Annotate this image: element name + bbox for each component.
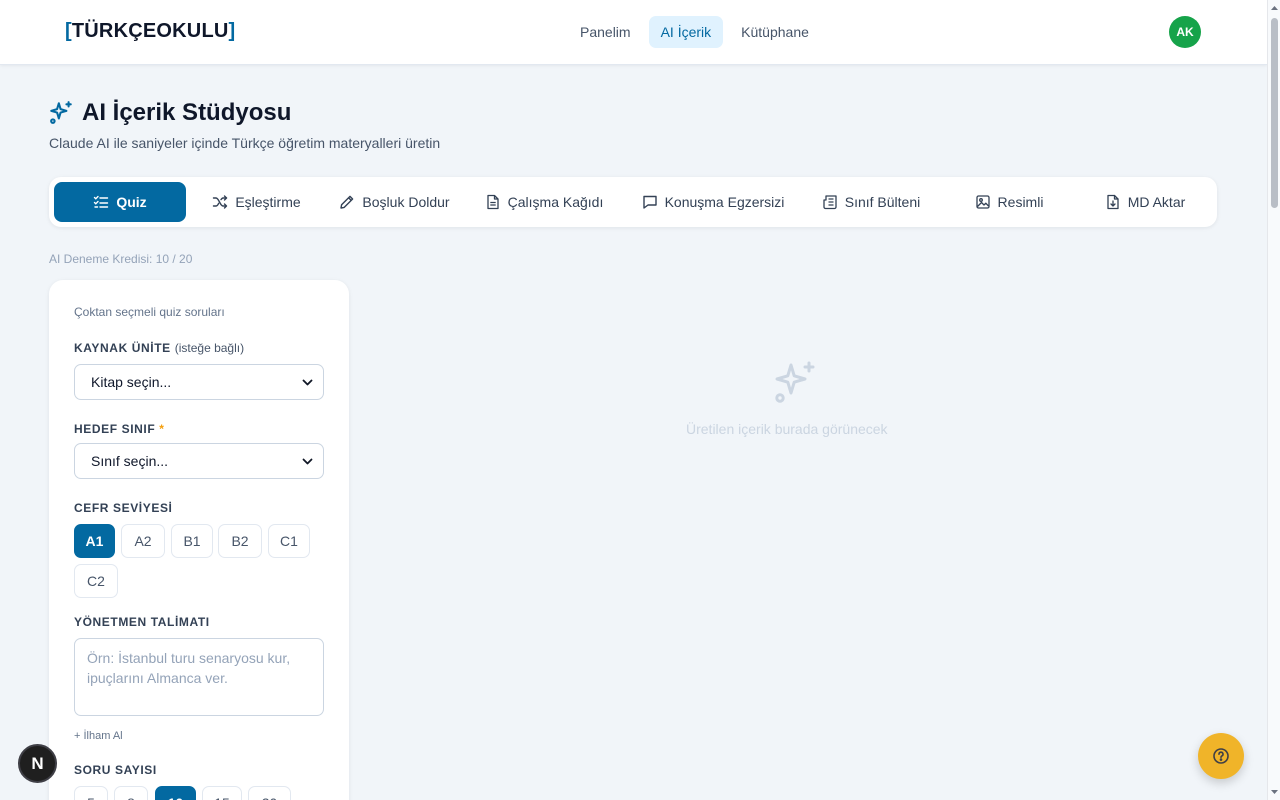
tab-konusma-egzersizi[interactable]: Konuşma Egzersizi xyxy=(634,182,792,222)
tab-label: Resimli xyxy=(997,194,1044,210)
panel-description: Çoktan seçmeli quiz soruları xyxy=(74,305,225,319)
tab-label: Çalışma Kağıdı xyxy=(507,194,604,210)
target-class-value: Sınıf seçin... xyxy=(91,453,169,469)
avatar[interactable]: AK xyxy=(1169,16,1201,48)
count-chip-10[interactable]: 10 xyxy=(155,786,196,800)
chevron-down-icon xyxy=(302,379,313,386)
page-heading: AI İçerik Stüdyosu xyxy=(82,99,292,126)
page-title: AI İçerik Stüdyosu xyxy=(48,99,291,127)
help-button[interactable] xyxy=(1198,733,1244,779)
source-unit-label-text: KAYNAK ÜNİTE xyxy=(74,341,171,355)
tab-md-aktar[interactable]: MD Aktar xyxy=(1089,182,1201,222)
source-unit-select[interactable]: Kitap seçin... xyxy=(74,364,324,400)
logo-bracket-left: [ xyxy=(65,20,72,42)
question-count-label: SORU SAYISI xyxy=(74,763,157,777)
tab-label: Sınıf Bülteni xyxy=(844,194,921,210)
ai-credit-counter: AI Deneme Kredisi: 10 / 20 xyxy=(49,252,193,266)
main-nav: Panelim AI İçerik Kütüphane xyxy=(568,16,821,48)
tab-label: Boşluk Doldur xyxy=(362,194,450,210)
top-navbar: [TÜRKÇEOKULU] Panelim AI İçerik Kütüphan… xyxy=(0,0,1267,65)
nav-ai-icerik[interactable]: AI İçerik xyxy=(648,16,724,48)
count-chip-8[interactable]: 8 xyxy=(114,786,148,800)
scroll-down-arrow-icon[interactable] xyxy=(1270,787,1279,797)
cefr-level-label: CEFR SEVİYESİ xyxy=(74,501,173,515)
quiz-settings-panel: Çoktan seçmeli quiz soruları KAYNAK ÜNİT… xyxy=(49,280,349,800)
cefr-chip-a1[interactable]: A1 xyxy=(74,524,115,558)
logo-text: TÜRKÇEOKULU xyxy=(71,20,229,42)
cefr-chip-b1[interactable]: B1 xyxy=(171,524,213,558)
ilham-al-link[interactable]: + İlham Al xyxy=(74,730,123,742)
cefr-chip-a2[interactable]: A2 xyxy=(121,524,165,558)
tab-label: Konuşma Egzersizi xyxy=(664,194,785,210)
document-icon xyxy=(486,194,499,210)
nav-panelim[interactable]: Panelim xyxy=(568,16,643,48)
sparkles-icon xyxy=(50,101,72,124)
tab-calisma-kagidi[interactable]: Çalışma Kağıdı xyxy=(479,182,609,222)
content-type-tabs: Quiz Eşleştirme Boşluk Doldur Çalışma Ka… xyxy=(49,177,1217,227)
question-circle-icon xyxy=(1213,748,1229,764)
tab-label: Eşleştirme xyxy=(235,194,301,210)
source-unit-value: Kitap seçin... xyxy=(91,374,172,390)
count-chip-5[interactable]: 5 xyxy=(74,786,108,800)
nav-kutuphane[interactable]: Kütüphane xyxy=(729,16,821,48)
scroll-up-arrow-icon[interactable] xyxy=(1270,3,1279,13)
page-subtitle: Claude AI ile saniyeler içinde Türkçe öğ… xyxy=(49,135,441,151)
count-chip-15[interactable]: 15 xyxy=(202,786,242,800)
target-class-label-text: HEDEF SINIF xyxy=(74,422,156,436)
file-import-icon xyxy=(1107,194,1119,210)
instruction-label: YÖNETMEN TALİMATI xyxy=(74,615,210,629)
newspaper-icon xyxy=(823,195,837,210)
tab-label: Quiz xyxy=(116,194,147,210)
shuffle-icon xyxy=(213,195,228,209)
logo-bracket-right: ] xyxy=(228,20,236,42)
instruction-textarea[interactable]: Örn: İstanbul turu senaryosu kur, ipuçla… xyxy=(74,638,324,716)
required-mark: * xyxy=(159,422,165,436)
list-check-icon xyxy=(94,195,109,208)
count-chip-20[interactable]: 20 xyxy=(248,786,291,800)
tab-resimli[interactable]: Resimli xyxy=(961,182,1057,222)
optional-hint: (isteğe bağlı) xyxy=(174,341,245,355)
cefr-chip-c2[interactable]: C2 xyxy=(74,564,118,598)
cefr-chip-c1[interactable]: C1 xyxy=(268,524,310,558)
tab-label: MD Aktar xyxy=(1127,194,1186,210)
tab-eslestirme[interactable]: Eşleştirme xyxy=(199,182,314,222)
sparkles-icon xyxy=(775,361,815,403)
tab-quiz[interactable]: Quiz xyxy=(54,182,186,222)
chat-icon xyxy=(642,195,657,209)
target-class-label: HEDEF SINIF * xyxy=(74,422,165,436)
page-scrollbar[interactable] xyxy=(1267,0,1280,800)
framework-dev-badge[interactable]: N xyxy=(18,744,57,783)
logo[interactable]: [TÜRKÇEOKULU] xyxy=(65,20,235,43)
source-unit-label: KAYNAK ÜNİTE (isteğe bağlı) xyxy=(74,341,244,355)
cefr-chip-b2[interactable]: B2 xyxy=(218,524,262,558)
image-icon xyxy=(975,195,990,209)
tab-bosluk-doldur[interactable]: Boşluk Doldur xyxy=(332,182,457,222)
target-class-select[interactable]: Sınıf seçin... xyxy=(74,443,324,479)
tab-sinif-bulteni[interactable]: Sınıf Bülteni xyxy=(815,182,927,222)
scroll-thumb[interactable] xyxy=(1271,18,1278,208)
empty-state-text: Üretilen içerik burada görünecek xyxy=(686,421,888,437)
chevron-down-icon xyxy=(302,458,313,465)
pencil-icon xyxy=(340,195,354,209)
